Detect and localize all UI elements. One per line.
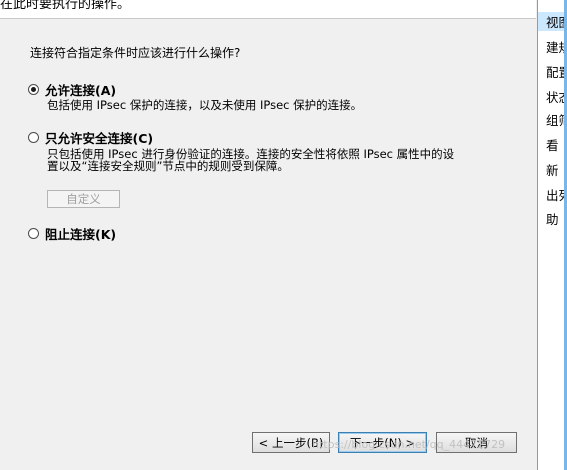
action-item[interactable]: 助 [546,209,559,228]
question-text: 连接符合指定条件时应该进行什么操作? [30,46,241,60]
allow-label[interactable]: 允许连接(A) [45,80,116,99]
option-secure-only[interactable]: 只允许安全连接(C) [28,128,153,147]
actions-pane: 视图 建规 配置 状态 组筛 看 新 出列 助 [537,0,567,470]
secure-only-label[interactable]: 只允许安全连接(C) [45,128,153,147]
customize-button[interactable]: 自定义 [47,190,120,208]
secure-only-desc-line2: 置以及“连接安全规则”节点中的规则受到保障。 [47,159,289,173]
action-item[interactable]: 新 [546,160,559,179]
option-allow[interactable]: 允许连接(A) [28,80,116,99]
option-block[interactable]: 阻止连接(K) [28,224,116,243]
allow-desc: 包括使用 IPsec 保护的连接，以及未使用 IPsec 保护的连接。 [47,98,363,112]
allow-radio[interactable] [28,84,39,95]
header-text: 在此时要执行的操作。 [0,0,131,12]
action-item[interactable]: 看 [546,135,559,154]
dialog-header: 在此时要执行的操作。 [0,0,536,19]
action-panel: 连接符合指定条件时应该进行什么操作? 允许连接(A) 包括使用 IPsec 保护… [0,19,536,470]
watermark: https://blog.csdn.net/qq_44472729 [312,438,506,451]
block-radio[interactable] [28,228,39,239]
action-item[interactable]: 视图 [538,12,567,31]
block-label[interactable]: 阻止连接(K) [45,224,116,243]
secure-only-radio[interactable] [28,132,39,143]
